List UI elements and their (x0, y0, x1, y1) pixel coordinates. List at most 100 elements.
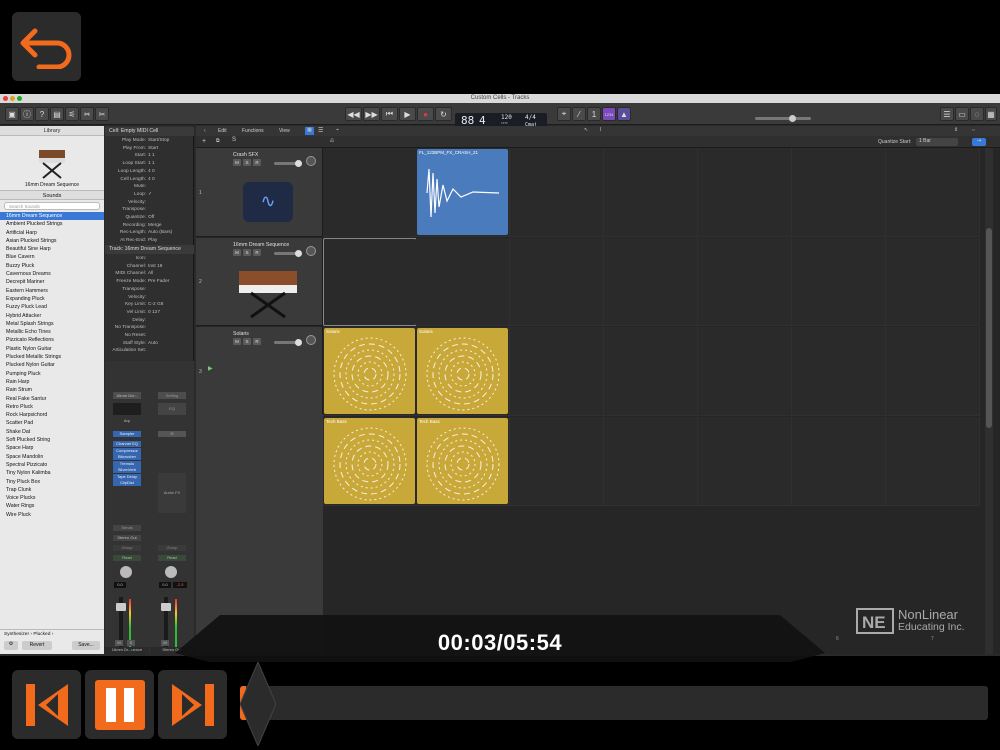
empty-cell[interactable] (698, 327, 792, 416)
add-track-icon[interactable]: + (202, 138, 206, 145)
library-item[interactable]: Pizzicato Reflections (0, 336, 104, 344)
inspector-toggle-icon[interactable]: ⓘ (20, 107, 34, 121)
track-volume-slider[interactable] (274, 160, 302, 167)
cell-param-value[interactable]: Start (148, 146, 158, 151)
solo-button[interactable]: S (243, 159, 251, 166)
library-item[interactable]: Plastic Nylon Guitar (0, 345, 104, 353)
empty-cell[interactable] (886, 238, 980, 326)
cell-param-value[interactable]: 1 1 (148, 153, 155, 158)
library-item[interactable]: Tiny Pluck Box (0, 478, 104, 486)
back-chevron-icon[interactable]: ‹ (204, 128, 206, 134)
library-item[interactable]: Voice Plucks (0, 494, 104, 502)
track-volume-knob[interactable] (295, 160, 302, 167)
toolbar-toggle-icon[interactable]: ▤ (50, 107, 64, 121)
cell-inspector-header[interactable]: Cell: Empty MIDI Cell (105, 127, 194, 136)
track-pan-knob[interactable] (306, 335, 316, 345)
automation-left[interactable]: Read (113, 555, 141, 561)
library-item[interactable]: Plucked Metallic Strings (0, 353, 104, 361)
library-item[interactable]: Expanding Pluck (0, 295, 104, 303)
track-row[interactable]: Freeze Mode: Pre Fader (105, 279, 194, 287)
plugin-slot[interactable]: Channel EQ (113, 441, 141, 447)
fast-forward-icon[interactable]: ▶▶ (363, 107, 380, 121)
track-param-value[interactable]: Auto (148, 341, 158, 346)
library-item[interactable]: Decrepit Mariner (0, 278, 104, 286)
track-param-value[interactable]: 0 127 (148, 310, 160, 315)
strip-mute-right[interactable]: M (161, 640, 169, 646)
pause-button[interactable] (85, 670, 154, 739)
grid-view-icon[interactable]: ▦ (305, 127, 314, 135)
library-item[interactable]: Space Mandolin (0, 453, 104, 461)
cell-param-value[interactable]: 4 0 (148, 169, 155, 174)
library-search-input[interactable]: Search Sounds (4, 202, 100, 210)
library-item[interactable]: Water Rings (0, 502, 104, 510)
library-item[interactable]: Trap Clunk (0, 486, 104, 494)
library-item[interactable]: 16mm Dream Sequence (0, 212, 104, 221)
empty-cell[interactable] (792, 148, 886, 237)
track-param-value[interactable]: Inst 18 (148, 264, 162, 269)
empty-cell[interactable] (886, 417, 980, 506)
track-row[interactable]: Transpose: (105, 287, 194, 295)
record-enable-button[interactable]: R (253, 338, 261, 345)
library-item[interactable]: Asian Plucked Strings (0, 237, 104, 245)
pan-knob-left[interactable] (120, 566, 132, 578)
mute-button[interactable]: M (233, 249, 241, 256)
empty-cell[interactable] (604, 327, 698, 416)
library-item[interactable]: Real Fake Santur (0, 395, 104, 403)
track-volume-slider[interactable] (274, 250, 302, 257)
track-header[interactable]: 3 Solaris M S R ▶ (196, 327, 323, 416)
empty-cell[interactable] (886, 148, 980, 237)
cell-param-value[interactable]: Start/Stop (148, 138, 169, 143)
audio-fx-slot[interactable]: Audio FX (158, 473, 186, 513)
empty-cell[interactable] (510, 148, 604, 237)
library-item[interactable]: Wire Pluck (0, 511, 104, 519)
library-item[interactable]: Pumping Pluck (0, 370, 104, 378)
cell-row[interactable]: Cell Length: 4 0 (105, 177, 194, 185)
tuner-icon[interactable]: ⌖ (557, 107, 571, 121)
vertical-scrollbar[interactable] (985, 148, 993, 654)
scrubber-handle[interactable] (240, 662, 276, 746)
menu-edit[interactable]: Edit (218, 128, 227, 134)
track-row[interactable]: Articulation Set: (105, 348, 194, 356)
pattern-cell[interactable]: Solaris (324, 328, 415, 414)
zoom-horizontal-icon[interactable]: ⇔ (971, 127, 976, 133)
cell-row[interactable]: Quantize: Off (105, 215, 194, 223)
fader-left[interactable] (116, 603, 126, 611)
empty-cell[interactable] (604, 148, 698, 237)
browsers-icon[interactable]: ▦ (985, 107, 997, 121)
track-row[interactable]: Vel Limit: 0 127 (105, 310, 194, 318)
library-toggle-icon[interactable]: ▣ (5, 107, 19, 121)
library-item[interactable]: Space Harp (0, 444, 104, 452)
editors-scissors-icon[interactable]: ✂ (95, 107, 109, 121)
cell-row[interactable]: Transpose: (105, 207, 194, 215)
eq-thumbnail-left[interactable] (113, 403, 141, 415)
track-param-value[interactable]: All (148, 271, 153, 276)
cell-row[interactable]: Loop: ✓ (105, 192, 194, 200)
notepad-icon[interactable]: ▭ (955, 107, 969, 121)
mute-button[interactable]: M (233, 338, 241, 345)
count-in-icon[interactable]: 1 (587, 107, 601, 121)
record-enable-button[interactable]: R (253, 249, 261, 256)
counter-badge[interactable]: 1234 (602, 107, 616, 121)
save-button[interactable]: Save... (72, 641, 100, 650)
empty-cell[interactable] (510, 238, 604, 326)
solo-button[interactable]: S (243, 249, 251, 256)
pattern-cell[interactable]: Tech Bass (324, 418, 415, 504)
audio-cell[interactable]: FL_123BPM_FX_CRASH_21 (417, 149, 508, 235)
metronome-icon[interactable]: ▲ (617, 107, 631, 121)
progress-bar[interactable] (240, 686, 988, 720)
library-item[interactable]: Rain Strum (0, 386, 104, 394)
empty-cell[interactable] (698, 148, 792, 237)
library-item[interactable]: Shake Dat (0, 428, 104, 436)
library-item[interactable]: Scatter Pad (0, 419, 104, 427)
library-item[interactable]: Spectral Pizzicato (0, 461, 104, 469)
output-slot[interactable]: Stereo Out (113, 535, 141, 541)
cell-param-value[interactable]: Auto (Bars) (148, 230, 172, 235)
track-inspector-header[interactable]: Track: 16mm Dream Sequence (105, 245, 194, 254)
strip-setting-left[interactable]: 16mm Dre... (113, 392, 141, 399)
track-volume-slider[interactable] (274, 339, 302, 346)
cell-row[interactable]: Play Mode: Start/Stop (105, 138, 194, 146)
plugin-slot[interactable]: Tape Delay (113, 473, 141, 480)
empty-cell[interactable] (323, 148, 417, 237)
track-row[interactable]: Delay: (105, 318, 194, 326)
eq-thumbnail-right[interactable]: EQ (158, 403, 186, 415)
